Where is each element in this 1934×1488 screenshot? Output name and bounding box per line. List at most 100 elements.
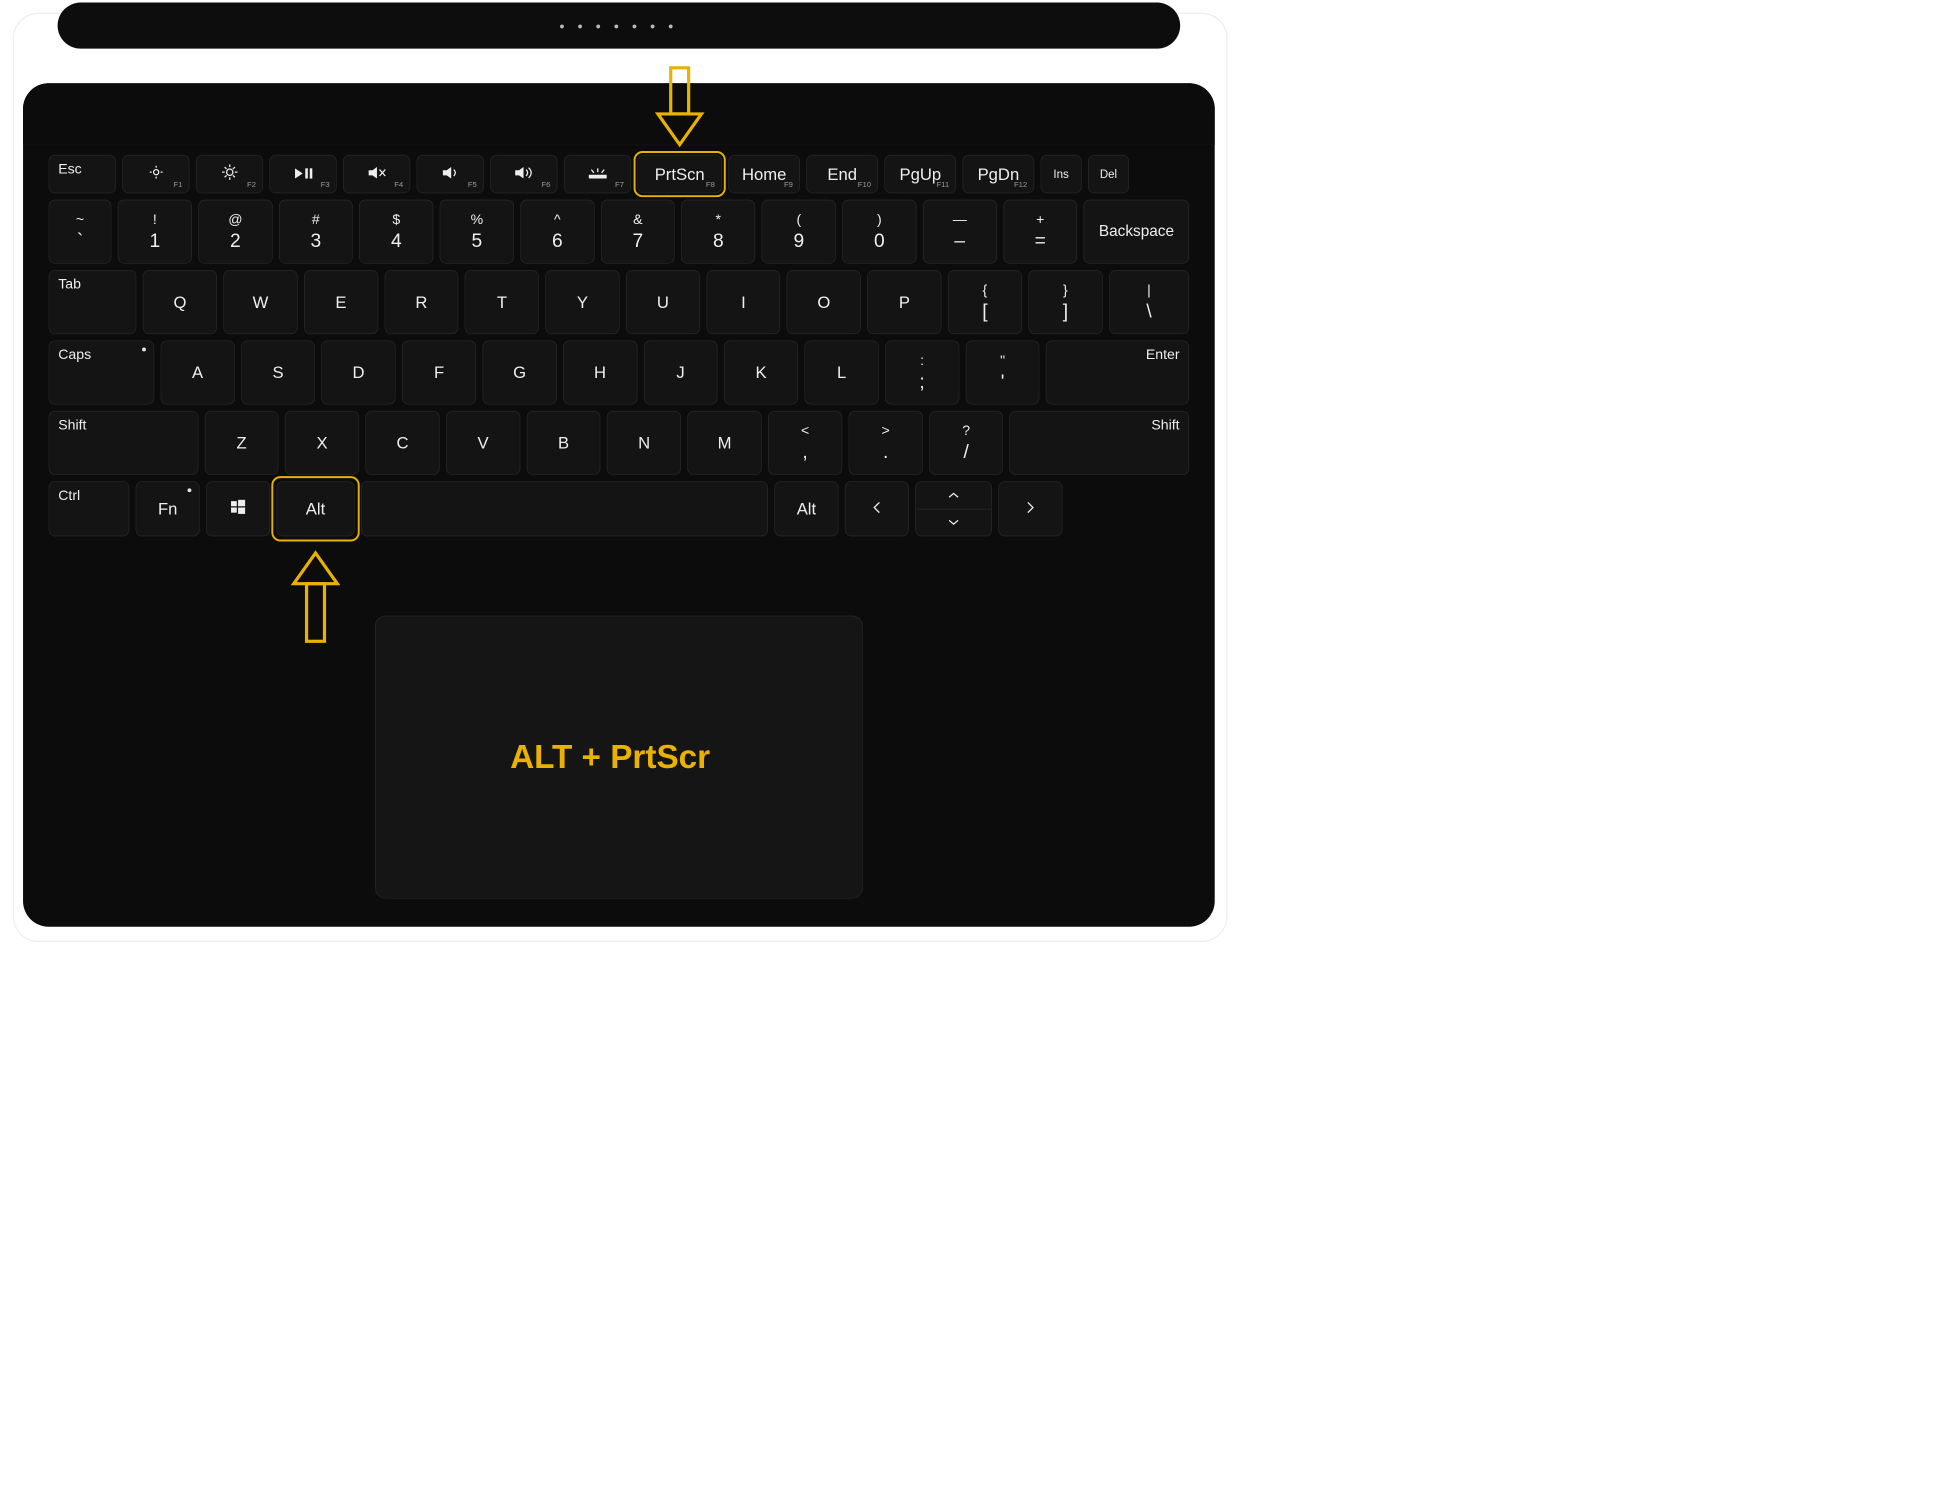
annotation-caption: ALT + PrtScr bbox=[510, 738, 710, 776]
key-q[interactable]: Q bbox=[143, 270, 217, 334]
key-'[interactable]: "' bbox=[966, 340, 1040, 404]
key-label: W bbox=[253, 292, 269, 312]
key-=[interactable]: += bbox=[1003, 200, 1077, 264]
key-k[interactable]: K bbox=[724, 340, 798, 404]
key-ctrl[interactable]: Ctrl bbox=[49, 481, 130, 536]
brightness-down-key[interactable]: F1 bbox=[122, 155, 189, 193]
chevron-left-key[interactable] bbox=[845, 481, 909, 536]
key-label: R bbox=[415, 292, 427, 312]
key-pgup[interactable]: PgUpF11 bbox=[884, 155, 956, 193]
key-4[interactable]: $4 bbox=[359, 200, 433, 264]
key-m[interactable]: M bbox=[688, 411, 762, 475]
key-f[interactable]: F bbox=[402, 340, 476, 404]
key-p[interactable]: P bbox=[867, 270, 941, 334]
key-esc[interactable]: Esc bbox=[49, 155, 116, 193]
key-o[interactable]: O bbox=[787, 270, 861, 334]
key-b[interactable]: B bbox=[527, 411, 601, 475]
key-–[interactable]: —– bbox=[923, 200, 997, 264]
key-x[interactable]: X bbox=[285, 411, 359, 475]
key-tab[interactable]: Tab bbox=[49, 270, 137, 334]
brightness-up-key[interactable]: F2 bbox=[196, 155, 263, 193]
key-r[interactable]: R bbox=[384, 270, 458, 334]
key-home[interactable]: HomeF9 bbox=[728, 155, 800, 193]
key-2[interactable]: @2 bbox=[198, 200, 272, 264]
key-/[interactable]: ?/ bbox=[929, 411, 1003, 475]
key-0[interactable]: )0 bbox=[842, 200, 916, 264]
row-qw: Tab Q W E R TYU I OP{[}]|\ bbox=[49, 270, 1189, 334]
key-bottom-label: / bbox=[963, 441, 968, 462]
key-backspace[interactable]: Backspace bbox=[1084, 200, 1189, 264]
key-][interactable]: }] bbox=[1028, 270, 1102, 334]
key-9[interactable]: (9 bbox=[762, 200, 836, 264]
space-key[interactable] bbox=[361, 481, 768, 536]
key-top-label: { bbox=[983, 283, 988, 298]
key-8[interactable]: *8 bbox=[681, 200, 755, 264]
key-z[interactable]: Z bbox=[204, 411, 278, 475]
key-label: Ctrl bbox=[58, 487, 80, 504]
key-`[interactable]: ~` bbox=[49, 200, 112, 264]
key-fn[interactable]: Fn bbox=[136, 481, 200, 536]
key-u[interactable]: U bbox=[626, 270, 700, 334]
mute-key[interactable]: F4 bbox=[343, 155, 410, 193]
key-shift[interactable]: Shift bbox=[1010, 411, 1190, 475]
key-n[interactable]: N bbox=[607, 411, 681, 475]
key-shift[interactable]: Shift bbox=[49, 411, 198, 475]
key-e[interactable]: E bbox=[304, 270, 378, 334]
key-j[interactable]: J bbox=[644, 340, 718, 404]
key-3[interactable]: #3 bbox=[279, 200, 353, 264]
key-;[interactable]: :; bbox=[885, 340, 959, 404]
arrow-up-down-key[interactable] bbox=[915, 481, 992, 536]
key-7[interactable]: &7 bbox=[601, 200, 675, 264]
key-1[interactable]: !1 bbox=[118, 200, 192, 264]
key-enter[interactable]: Enter bbox=[1046, 340, 1189, 404]
key-caps[interactable]: Caps bbox=[49, 340, 154, 404]
row-fn: EscF1F2F3F4F5F6F7PrtScnF8HomeF9EndF10PgU… bbox=[49, 155, 1189, 193]
keyboard-hinge: ● ● ● ● ● ● ● bbox=[58, 3, 1181, 49]
key-.[interactable]: >. bbox=[849, 411, 923, 475]
fn-sublabel: F7 bbox=[615, 180, 624, 189]
chevron-right-key[interactable] bbox=[998, 481, 1062, 536]
chevron-up-icon[interactable] bbox=[916, 482, 992, 509]
key-bottom-label: ] bbox=[1063, 301, 1068, 322]
key-ins[interactable]: Ins bbox=[1041, 155, 1082, 193]
key-a[interactable]: A bbox=[161, 340, 235, 404]
windows-logo-key[interactable] bbox=[206, 481, 270, 536]
key-bottom-label: 7 bbox=[632, 230, 643, 251]
key-bottom-label: 9 bbox=[793, 230, 804, 251]
volume-down-key[interactable]: F5 bbox=[417, 155, 484, 193]
key-v[interactable]: V bbox=[446, 411, 520, 475]
key-\[interactable]: |\ bbox=[1109, 270, 1189, 334]
key-w[interactable]: W bbox=[223, 270, 297, 334]
key-del[interactable]: Del bbox=[1088, 155, 1129, 193]
key-alt[interactable]: Alt bbox=[774, 481, 838, 536]
key-end[interactable]: EndF10 bbox=[806, 155, 878, 193]
row-zx: ShiftZXCVBNM<,>.?/Shift bbox=[49, 411, 1189, 475]
key-label: I bbox=[741, 292, 746, 312]
key-d[interactable]: D bbox=[322, 340, 396, 404]
key-label: PgUp bbox=[900, 164, 942, 184]
key-s[interactable]: S bbox=[241, 340, 315, 404]
key-6[interactable]: ^6 bbox=[520, 200, 594, 264]
chevron-right-icon bbox=[1025, 499, 1037, 519]
highlight-prtscn bbox=[634, 151, 726, 197]
key-y[interactable]: Y bbox=[545, 270, 619, 334]
key-h[interactable]: H bbox=[563, 340, 637, 404]
key-,[interactable]: <, bbox=[768, 411, 842, 475]
key-bottom-label: 8 bbox=[713, 230, 724, 251]
play-pause-key[interactable]: F3 bbox=[269, 155, 336, 193]
key-pgdn[interactable]: PgDnF12 bbox=[963, 155, 1035, 193]
key-g[interactable]: G bbox=[483, 340, 557, 404]
volume-up-key[interactable]: F6 bbox=[490, 155, 557, 193]
windows-logo-icon bbox=[230, 498, 247, 519]
keyboard-backlight-key[interactable]: F7 bbox=[564, 155, 631, 193]
key-grid: EscF1F2F3F4F5F6F7PrtScnF8HomeF9EndF10PgU… bbox=[49, 155, 1189, 543]
key-i[interactable]: I bbox=[706, 270, 780, 334]
key-[[interactable]: {[ bbox=[948, 270, 1022, 334]
key-label: Tab bbox=[58, 276, 81, 293]
key-label: E bbox=[335, 292, 346, 312]
key-5[interactable]: %5 bbox=[440, 200, 514, 264]
chevron-down-icon[interactable] bbox=[916, 509, 992, 536]
key-c[interactable]: C bbox=[366, 411, 440, 475]
key-l[interactable]: L bbox=[805, 340, 879, 404]
key-t[interactable]: T bbox=[465, 270, 539, 334]
